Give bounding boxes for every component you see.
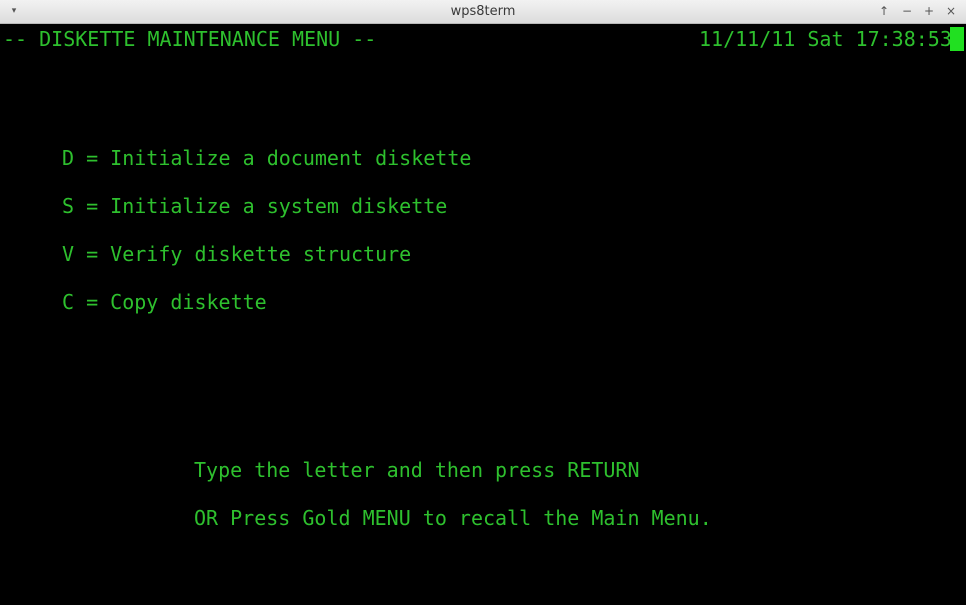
option-verify-structure: V = Verify diskette structure <box>62 242 412 266</box>
window-titlebar[interactable]: ▾ wps8term ↑ − + × <box>0 0 966 24</box>
raise-window-button[interactable]: ↑ <box>876 3 892 19</box>
option-initialize-system: S = Initialize a system diskette <box>62 194 448 218</box>
prompt-instruction: Type the letter and then press RETURN <box>194 458 640 482</box>
option-copy-diskette: C = Copy diskette <box>62 290 267 314</box>
terminal-window: ▾ wps8term ↑ − + × -- DISKETTE MAINTENAN… <box>0 0 966 605</box>
menu-title: -- DISKETTE MAINTENANCE MENU -- <box>3 27 377 51</box>
option-initialize-document: D = Initialize a document diskette <box>62 146 472 170</box>
window-title: wps8term <box>450 4 516 19</box>
date-time-display: 11/11/11 Sat 17:38:53 <box>699 27 952 51</box>
terminal-screen[interactable]: -- DISKETTE MAINTENANCE MENU -- 11/11/11… <box>0 24 966 605</box>
prompt-main-menu-hint: OR Press Gold MENU to recall the Main Me… <box>194 506 712 530</box>
terminal-cursor <box>950 27 964 51</box>
close-button[interactable]: × <box>943 3 959 19</box>
maximize-button[interactable]: + <box>921 3 937 19</box>
minimize-button[interactable]: − <box>899 3 915 19</box>
